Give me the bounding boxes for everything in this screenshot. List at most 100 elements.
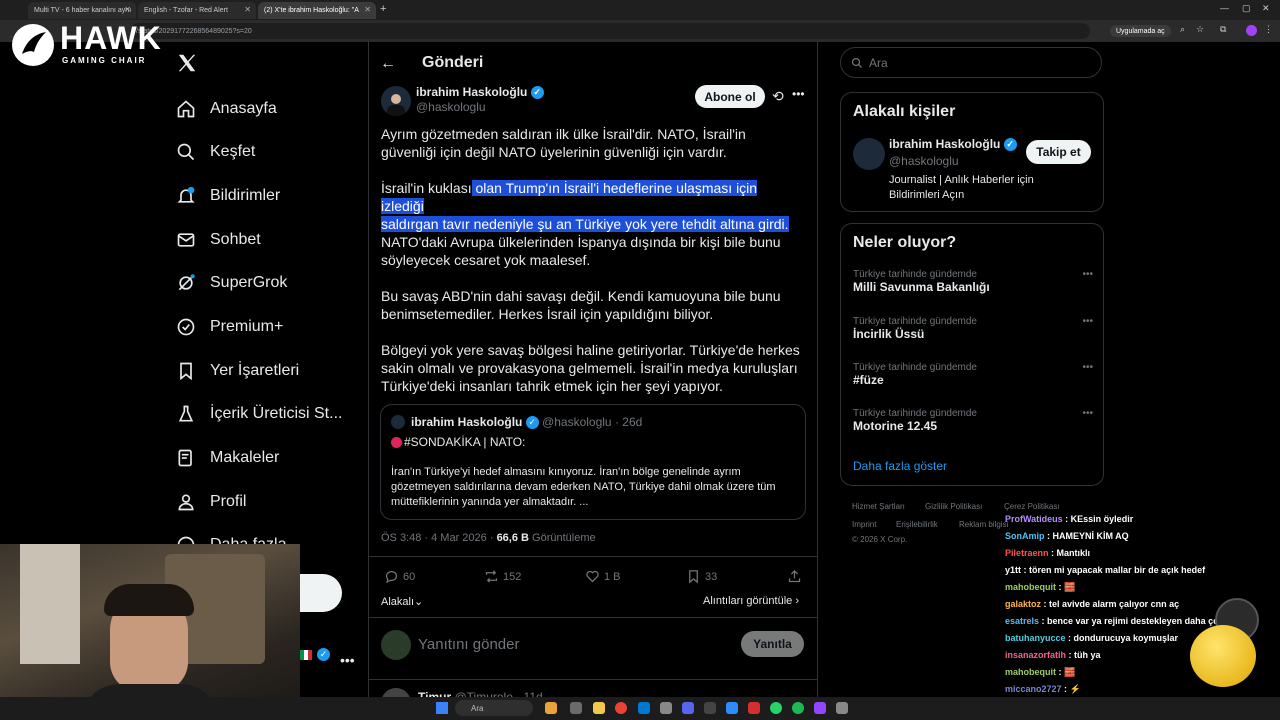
reply-submit-button[interactable]: Yanıtla — [741, 631, 804, 657]
sidebar-item-chat[interactable]: Sohbet — [176, 226, 261, 254]
copyright: © 2026 X Corp. — [852, 535, 908, 544]
sidebar-item-home[interactable]: Anasayfa — [176, 95, 277, 123]
bookmark-button[interactable]: 33 — [686, 569, 717, 584]
close-icon[interactable]: ✕ — [364, 5, 371, 14]
taskbar-app-icon[interactable] — [660, 702, 672, 714]
reply-button[interactable]: 60 — [384, 569, 415, 584]
sidebar-item-label: Premium+ — [210, 318, 284, 335]
open-in-app-button[interactable]: Uygulamada aç — [1110, 25, 1171, 37]
new-tab-icon[interactable]: + — [380, 3, 386, 15]
follow-label: Takip et — [1036, 145, 1081, 159]
star-icon[interactable]: ☆ — [1196, 24, 1204, 35]
author-handle[interactable]: @haskologlu — [416, 100, 486, 114]
menu-icon[interactable]: ⋮ — [1264, 24, 1273, 35]
sidebar-item-label: Anasayfa — [210, 100, 277, 117]
sidebar-item-label: Bildirimler — [210, 187, 281, 204]
browser-tab[interactable]: English - Tzofar - Red Alert ✕ — [138, 2, 256, 19]
browser-tab[interactable]: Multi TV - 6 haber kanalını aynı ✕ — [28, 2, 136, 19]
trend-item[interactable]: Türkiye tarihinde gündemde Motorine 12.45… — [853, 408, 1093, 433]
taskbar-app-icon[interactable] — [726, 702, 738, 714]
browser-tab-active[interactable]: (2) X'te ibrahim Haskoloğlu: "A ✕ — [258, 2, 376, 19]
back-arrow-icon[interactable]: ← — [380, 55, 396, 73]
open-in-app-label: Uygulamada aç — [1116, 27, 1165, 35]
reply-input[interactable]: Yanıtını gönder — [418, 636, 519, 653]
relevant-sort[interactable]: Alakalı⌄ — [381, 595, 423, 608]
sidebar-item-supergrok[interactable]: SuperGrok — [176, 269, 287, 297]
grok-icon[interactable]: ⟲ — [772, 88, 784, 105]
repost-button[interactable]: 152 — [484, 569, 521, 584]
minimize-icon[interactable]: — — [1220, 3, 1229, 13]
more-icon[interactable]: ••• — [1082, 316, 1093, 327]
taskbar-app-icon[interactable] — [748, 702, 760, 714]
taskbar-app-icon[interactable] — [836, 702, 848, 714]
trend-item[interactable]: Türkiye tarihinde gündemde #füze ••• — [853, 362, 1093, 387]
footer-link[interactable]: Erişilebilirlik — [896, 520, 938, 529]
account-more-icon[interactable]: ••• — [340, 652, 355, 668]
like-button[interactable]: 1 B — [585, 569, 621, 584]
subscribe-button[interactable]: Abone ol — [695, 85, 765, 108]
chrome-icon[interactable] — [615, 702, 627, 714]
tweet-paragraph: Bölgeyi yok yere savaş bölgesi haline ge… — [381, 342, 800, 394]
avatar[interactable] — [381, 86, 411, 116]
extensions-icon[interactable]: ⧉ — [1220, 24, 1226, 35]
more-icon[interactable]: ••• — [1082, 269, 1093, 280]
more-icon[interactable]: ••• — [1082, 362, 1093, 373]
emoji-sticker-icon — [1190, 625, 1256, 687]
view-quotes-link[interactable]: Alıntıları görüntüle › — [703, 595, 799, 607]
sidebar-item-profile[interactable]: Profil — [176, 488, 246, 516]
webcam-hair — [104, 584, 194, 616]
taskbar-app-icon[interactable] — [570, 702, 582, 714]
avatar[interactable] — [853, 138, 885, 170]
sidebar-item-notifications[interactable]: Bildirimler — [176, 182, 280, 210]
footer-link[interactable]: Hizmet Şartları — [852, 502, 905, 511]
search-input[interactable]: Ara — [869, 56, 888, 70]
bookmark-icon — [180, 362, 192, 381]
share-icon[interactable] — [787, 569, 802, 589]
address-bar[interactable]: /status/2029177226856489025?s=20 — [130, 23, 1090, 39]
quoted-post[interactable]: ibrahim Haskoloğlu ✓ @haskologlu · 26d #… — [380, 404, 806, 520]
windows-start-icon[interactable] — [436, 702, 448, 714]
related-name[interactable]: ibrahim Haskoloğlu ✓ — [889, 137, 1017, 152]
sidebar-item-explore[interactable]: Keşfet — [176, 138, 255, 166]
taskbar-app-icon[interactable] — [704, 702, 716, 714]
author-name[interactable]: ibrahim Haskoloğlu ✓ — [416, 85, 544, 100]
whatsapp-icon[interactable] — [770, 702, 782, 714]
sidebar-item-bookmarks[interactable]: Yer İşaretleri — [176, 357, 299, 385]
trend-item[interactable]: Türkiye tarihinde gündemde İncirlik Üssü •… — [853, 316, 1093, 341]
discord-icon[interactable] — [682, 702, 694, 714]
spotify-icon[interactable] — [792, 702, 804, 714]
search-bar[interactable]: Ara — [840, 47, 1102, 78]
profile-avatar[interactable] — [1246, 25, 1257, 36]
mail-icon — [177, 233, 195, 247]
sidebar-item-premium[interactable]: Premium+ — [176, 313, 283, 341]
tab-label: English - Tzofar - Red Alert — [144, 7, 228, 14]
more-icon[interactable]: ••• — [792, 87, 805, 101]
more-icon[interactable]: ••• — [1082, 408, 1093, 419]
taskbar-app-icon[interactable] — [593, 702, 605, 714]
zoom-icon[interactable]: ⌕ — [1180, 24, 1185, 35]
sidebar-item-creator-studio[interactable]: İçerik Üreticisi St... — [176, 400, 342, 428]
chat-text: 🧱 — [1064, 667, 1076, 677]
twitch-icon[interactable] — [814, 702, 826, 714]
sidebar-item-articles[interactable]: Makaleler — [176, 444, 279, 472]
show-more-link[interactable]: Daha fazla göster — [853, 459, 947, 473]
bookmark-icon — [689, 570, 698, 584]
close-icon[interactable]: ✕ — [244, 5, 251, 14]
chat-user: esatrels — [1005, 616, 1040, 626]
footer-link[interactable]: Reklam bilgisi — [959, 520, 1008, 529]
trend-item[interactable]: Türkiye tarihinde gündemde Milli Savunma … — [853, 269, 1093, 294]
footer-link[interactable]: Çerez Politikası — [1004, 502, 1060, 511]
taskbar-search[interactable]: Ara — [455, 700, 533, 716]
close-window-icon[interactable]: ✕ — [1262, 3, 1270, 14]
x-logo-icon[interactable] — [176, 52, 198, 79]
chat-user: mahobequit — [1005, 667, 1056, 677]
taskbar-app-icon[interactable] — [545, 702, 557, 714]
taskbar-app-icon[interactable] — [638, 702, 650, 714]
related-title: Alakalı kişiler — [853, 103, 956, 120]
bookmark-count: 33 — [705, 570, 718, 583]
footer-link[interactable]: Imprint — [852, 520, 876, 529]
close-icon[interactable]: ✕ — [124, 5, 131, 14]
maximize-icon[interactable]: ▢ — [1242, 3, 1251, 14]
follow-button[interactable]: Takip et — [1026, 140, 1091, 164]
footer-link[interactable]: Gizlilik Politikası — [925, 502, 982, 511]
